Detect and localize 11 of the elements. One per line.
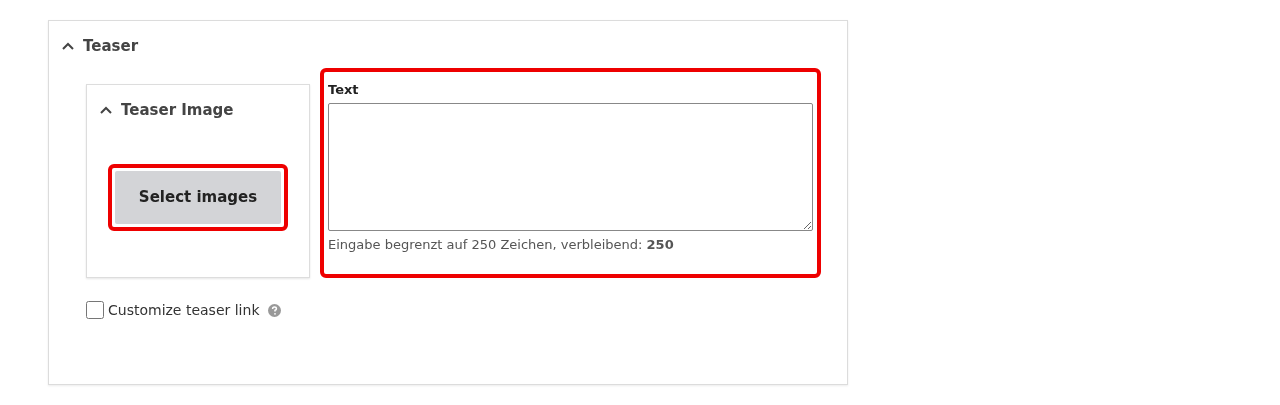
help-icon[interactable] xyxy=(267,303,281,317)
section-title[interactable]: Teaser xyxy=(83,35,139,58)
section-title[interactable]: Teaser Image xyxy=(121,98,234,121)
character-limit-hint: Eingabe begrenzt auf 250 Zeichen, verbleibend: 250 xyxy=(328,236,675,254)
field-label: Text xyxy=(328,80,360,99)
chevron-icon[interactable] xyxy=(99,104,113,115)
checkbox-label[interactable]: Customize teaser link xyxy=(108,299,260,321)
chevron-icon[interactable] xyxy=(61,41,75,52)
select-images-button[interactable]: Select images xyxy=(114,171,282,224)
text-input-field[interactable] xyxy=(328,103,813,231)
checkbox[interactable] xyxy=(86,301,104,319)
